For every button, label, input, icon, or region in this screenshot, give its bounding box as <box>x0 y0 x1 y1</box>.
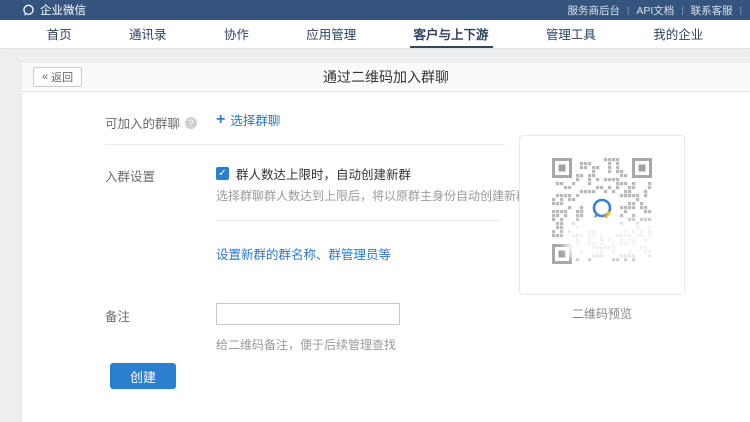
link-service-provider[interactable]: 服务商后台 <box>568 3 621 18</box>
separator: | <box>740 5 742 15</box>
main-nav: 首页 通讯录 协作 应用管理 客户与上下游 管理工具 我的企业 <box>0 20 750 48</box>
link-api-docs[interactable]: API文档 <box>636 3 674 18</box>
joinable-group-label: 可加入的群聊 ? <box>105 113 197 132</box>
select-group-link[interactable]: + 选择群聊 <box>216 110 280 129</box>
auto-create-checkbox-label[interactable]: 群人数达上限时，自动创建新群 <box>236 164 411 183</box>
nav-item-customers[interactable]: 客户与上下游 <box>410 20 493 48</box>
join-settings-label: 入群设置 <box>105 166 155 185</box>
plus-icon: + <box>216 113 225 127</box>
topbar-links: 服务商后台 | API文档 | 联系客服 | <box>568 3 742 18</box>
divider <box>216 220 500 221</box>
brand[interactable]: 企业微信 <box>22 2 86 18</box>
link-contact-support[interactable]: 联系客服 <box>691 3 733 18</box>
wechat-work-bubble-icon <box>22 4 35 17</box>
separator: | <box>627 5 629 15</box>
auto-create-checkbox[interactable]: ✓ <box>216 167 229 180</box>
qr-preview-caption: 二维码预览 <box>519 305 685 322</box>
nav-item-collaboration[interactable]: 协作 <box>220 20 253 48</box>
content-card: « 返回 通过二维码加入群聊 可加入的群聊 ? + 选择群聊 入群设置 ✓ 群人… <box>22 63 750 422</box>
nav-item-home[interactable]: 首页 <box>43 20 76 48</box>
select-group-label: 选择群聊 <box>230 110 280 129</box>
qr-code <box>552 158 652 264</box>
auto-create-hint: 选择群聊群人数达到上限后，将以原群主身份自动创建新群 <box>216 187 528 204</box>
nav-item-my-company[interactable]: 我的企业 <box>649 20 707 48</box>
nav-item-app-management[interactable]: 应用管理 <box>302 20 360 48</box>
qr-privacy-blur <box>570 226 656 254</box>
brand-label: 企业微信 <box>40 2 86 18</box>
separator: | <box>681 5 683 15</box>
info-icon[interactable]: ? <box>185 117 197 129</box>
back-label: 返回 <box>51 69 73 85</box>
new-group-settings-link[interactable]: 设置新群的群名称、群管理员等 <box>216 244 391 263</box>
card-header: « 返回 通过二维码加入群聊 <box>22 63 750 92</box>
page-title: 通过二维码加入群聊 <box>22 63 750 92</box>
back-button[interactable]: « 返回 <box>33 67 82 87</box>
auto-create-group-option: ✓ 群人数达上限时，自动创建新群 <box>216 164 411 183</box>
create-button[interactable]: 创建 <box>110 363 176 389</box>
topbar: 企业微信 服务商后台 | API文档 | 联系客服 | <box>0 0 750 20</box>
nav-item-contacts[interactable]: 通讯录 <box>125 20 171 48</box>
remark-label: 备注 <box>105 306 130 325</box>
wechat-work-logo <box>586 194 618 224</box>
qr-preview-panel <box>519 135 685 295</box>
nav-item-admin-tools[interactable]: 管理工具 <box>542 20 600 48</box>
divider <box>105 144 505 145</box>
joinable-group-label-text: 可加入的群聊 <box>105 113 180 132</box>
remark-input[interactable] <box>216 303 400 325</box>
back-chevron-icon: « <box>42 71 48 83</box>
remark-hint: 给二维码备注，便于后续管理查找 <box>216 336 396 353</box>
